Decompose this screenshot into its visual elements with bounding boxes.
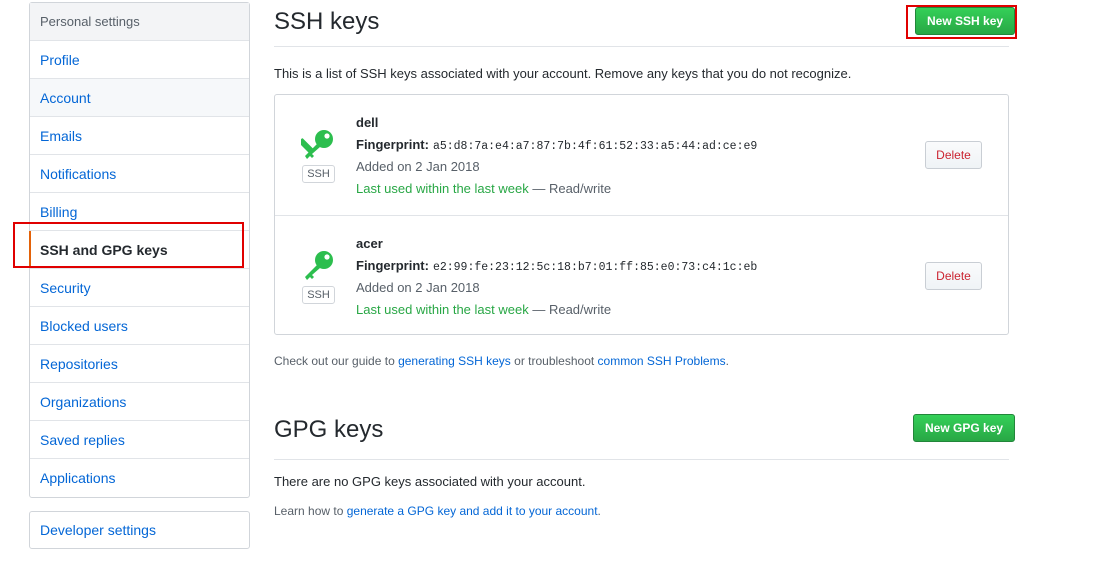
learn-prefix: Learn how to bbox=[274, 504, 347, 518]
delete-ssh-key-button[interactable]: Delete bbox=[925, 141, 982, 169]
developer-settings-menu: Developer settings bbox=[29, 511, 250, 549]
ssh-badge: SSH bbox=[302, 165, 335, 183]
sidebar-item-organizations[interactable]: Organizations bbox=[30, 383, 249, 421]
sidebar-item-ssh-gpg-keys[interactable]: SSH and GPG keys bbox=[29, 231, 249, 269]
gpg-empty-message: There are no GPG keys associated with yo… bbox=[274, 474, 586, 489]
ssh-badge: SSH bbox=[302, 286, 335, 304]
generating-ssh-keys-link[interactable]: generating SSH keys bbox=[398, 354, 511, 368]
ssh-key-fingerprint: Fingerprint: e2:99:fe:23:12:5c:18:b7:01:f… bbox=[356, 258, 757, 274]
sidebar-item-developer-settings[interactable]: Developer settings bbox=[30, 512, 249, 548]
gpg-learn-text: Learn how to generate a GPG key and add … bbox=[274, 504, 601, 518]
access-level: — Read/write bbox=[532, 302, 612, 317]
guide-suffix: . bbox=[725, 354, 729, 368]
guide-prefix: Check out our guide to bbox=[274, 354, 399, 368]
ssh-key-added-date: Added on 2 Jan 2018 bbox=[356, 159, 480, 174]
sidebar-item-account[interactable]: Account bbox=[30, 79, 249, 117]
settings-sidebar: Personal settings Profile Account Emails… bbox=[29, 2, 250, 498]
ssh-keys-header: SSH keys bbox=[274, 0, 1009, 47]
key-icon bbox=[301, 130, 333, 159]
sidebar-item-repositories[interactable]: Repositories bbox=[30, 345, 249, 383]
sidebar-item-emails[interactable]: Emails bbox=[30, 117, 249, 155]
ssh-key-row: SSH acer Fingerprint: e2:99:fe:23:12:5c:1… bbox=[275, 215, 1008, 335]
last-used-text: Last used within the last week bbox=[356, 302, 529, 317]
guide-middle: or troubleshoot bbox=[510, 354, 598, 368]
sidebar-header: Personal settings bbox=[30, 3, 249, 41]
ssh-key-last-used: Last used within the last week — Read/wr… bbox=[356, 302, 611, 317]
learn-suffix: . bbox=[597, 504, 601, 518]
fingerprint-value: a5:d8:7a:e4:a7:87:7b:4f:61:52:33:a5:44:a… bbox=[432, 140, 758, 153]
ssh-keys-list: SSH dell Fingerprint: a5:d8:7a:e4:a7:87:7… bbox=[274, 94, 1009, 335]
new-ssh-key-button[interactable]: New SSH key bbox=[915, 7, 1016, 35]
delete-ssh-key-button[interactable]: Delete bbox=[925, 262, 982, 290]
key-icon bbox=[305, 251, 333, 280]
sidebar-item-billing[interactable]: Billing bbox=[30, 193, 249, 231]
ssh-key-name: acer bbox=[356, 236, 383, 251]
fingerprint-value: e2:99:fe:23:12:5c:18:b7:01:ff:85:e0:73:c… bbox=[432, 261, 758, 274]
ssh-key-name: dell bbox=[356, 115, 379, 130]
new-gpg-key-button[interactable]: New GPG key bbox=[913, 414, 1016, 442]
ssh-keys-title: SSH keys bbox=[274, 8, 380, 35]
last-used-text: Last used within the last week bbox=[356, 181, 529, 196]
sidebar-item-notifications[interactable]: Notifications bbox=[30, 155, 249, 193]
sidebar-item-applications[interactable]: Applications bbox=[30, 459, 249, 497]
fingerprint-label: Fingerprint: bbox=[356, 258, 429, 273]
ssh-key-last-used: Last used within the last week — Read/wr… bbox=[356, 181, 611, 196]
ssh-guide-text: Check out our guide to generating SSH ke… bbox=[274, 354, 729, 368]
generate-gpg-key-link[interactable]: generate a GPG key and add it to your ac… bbox=[347, 504, 598, 518]
sidebar-item-profile[interactable]: Profile bbox=[30, 41, 249, 79]
ssh-keys-description: This is a list of SSH keys associated wi… bbox=[274, 66, 852, 81]
sidebar-item-blocked-users[interactable]: Blocked users bbox=[30, 307, 249, 345]
fingerprint-label: Fingerprint: bbox=[356, 137, 429, 152]
access-level: — Read/write bbox=[532, 181, 612, 196]
ssh-key-fingerprint: Fingerprint: a5:d8:7a:e4:a7:87:7b:4f:61:5… bbox=[356, 137, 757, 153]
ssh-key-row: SSH dell Fingerprint: a5:d8:7a:e4:a7:87:7… bbox=[275, 95, 1008, 215]
sidebar-item-saved-replies[interactable]: Saved replies bbox=[30, 421, 249, 459]
common-ssh-problems-link[interactable]: common SSH Problems bbox=[598, 354, 726, 368]
gpg-keys-title: GPG keys bbox=[274, 416, 384, 443]
gpg-keys-header: GPG keys bbox=[274, 412, 1009, 460]
sidebar-item-security[interactable]: Security bbox=[30, 269, 249, 307]
ssh-key-added-date: Added on 2 Jan 2018 bbox=[356, 280, 480, 295]
